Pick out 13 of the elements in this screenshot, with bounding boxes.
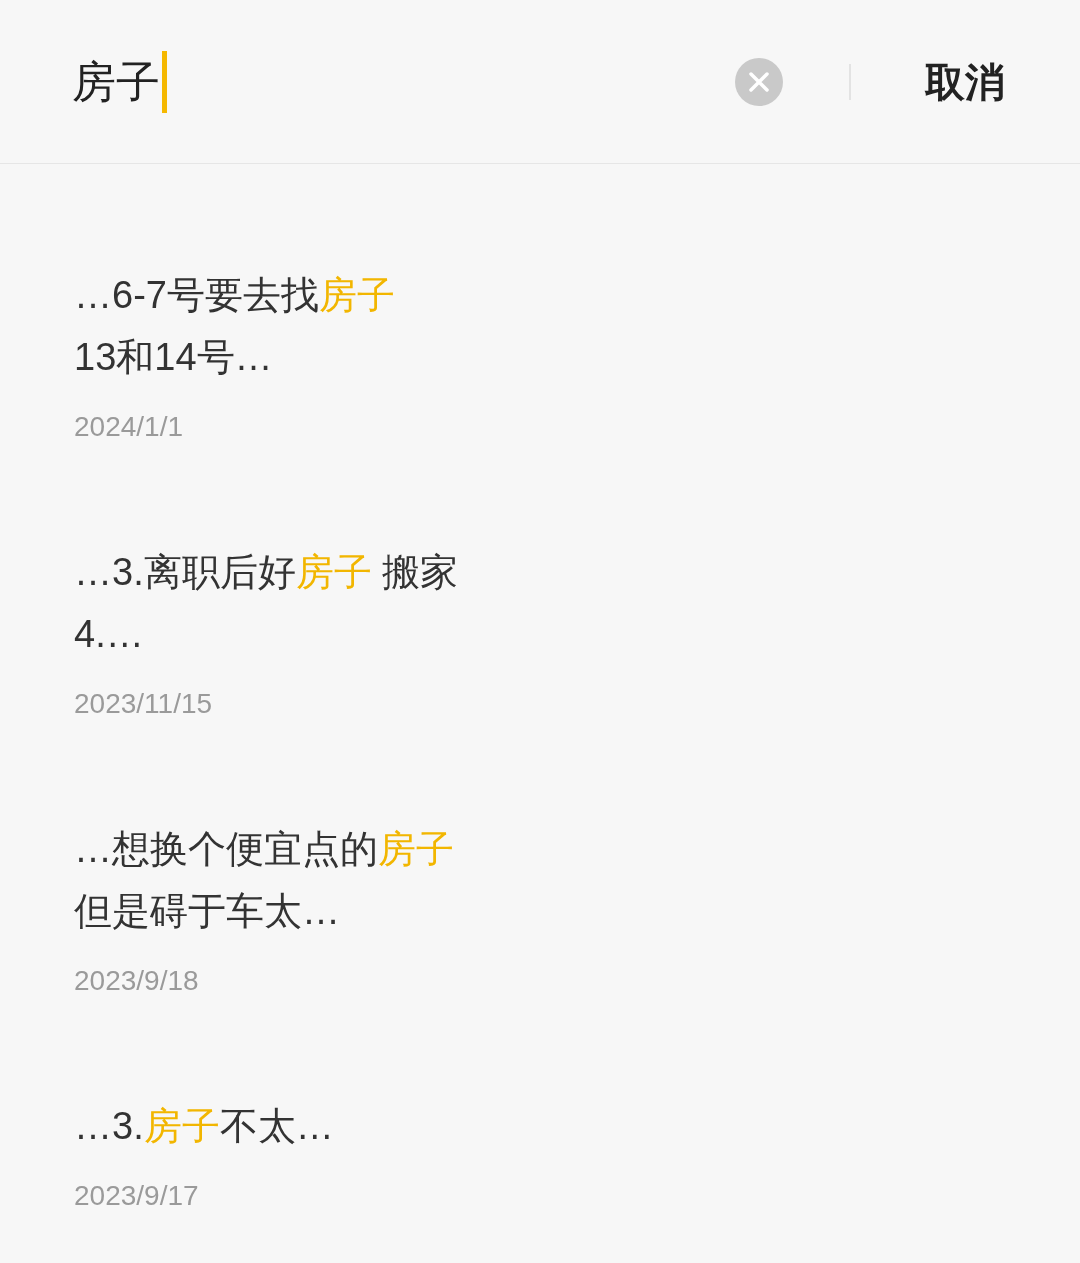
search-field[interactable]: 房子 <box>72 46 735 117</box>
close-icon <box>748 70 770 93</box>
result-date: 2024/1/1 <box>74 410 184 444</box>
result-snippet[interactable]: …3.房子不太… <box>74 1095 1006 1157</box>
result-date: 2023/9/17 <box>74 1179 200 1213</box>
result-date: 2023/11/15 <box>74 687 214 721</box>
text-cursor <box>162 50 167 113</box>
cancel-button[interactable]: 取消 <box>925 51 1005 112</box>
result-date: 2023/9/18 <box>74 964 200 998</box>
result-snippet[interactable]: …想换个便宜点的房子 但是碍于车太… <box>74 818 1006 942</box>
result-snippet[interactable]: …6-7号要去找房子 13和14号… <box>74 264 1006 388</box>
result-snippet[interactable]: …3.离职后好房子 搬家 4.… <box>74 541 1006 665</box>
clear-button[interactable] <box>735 57 783 106</box>
